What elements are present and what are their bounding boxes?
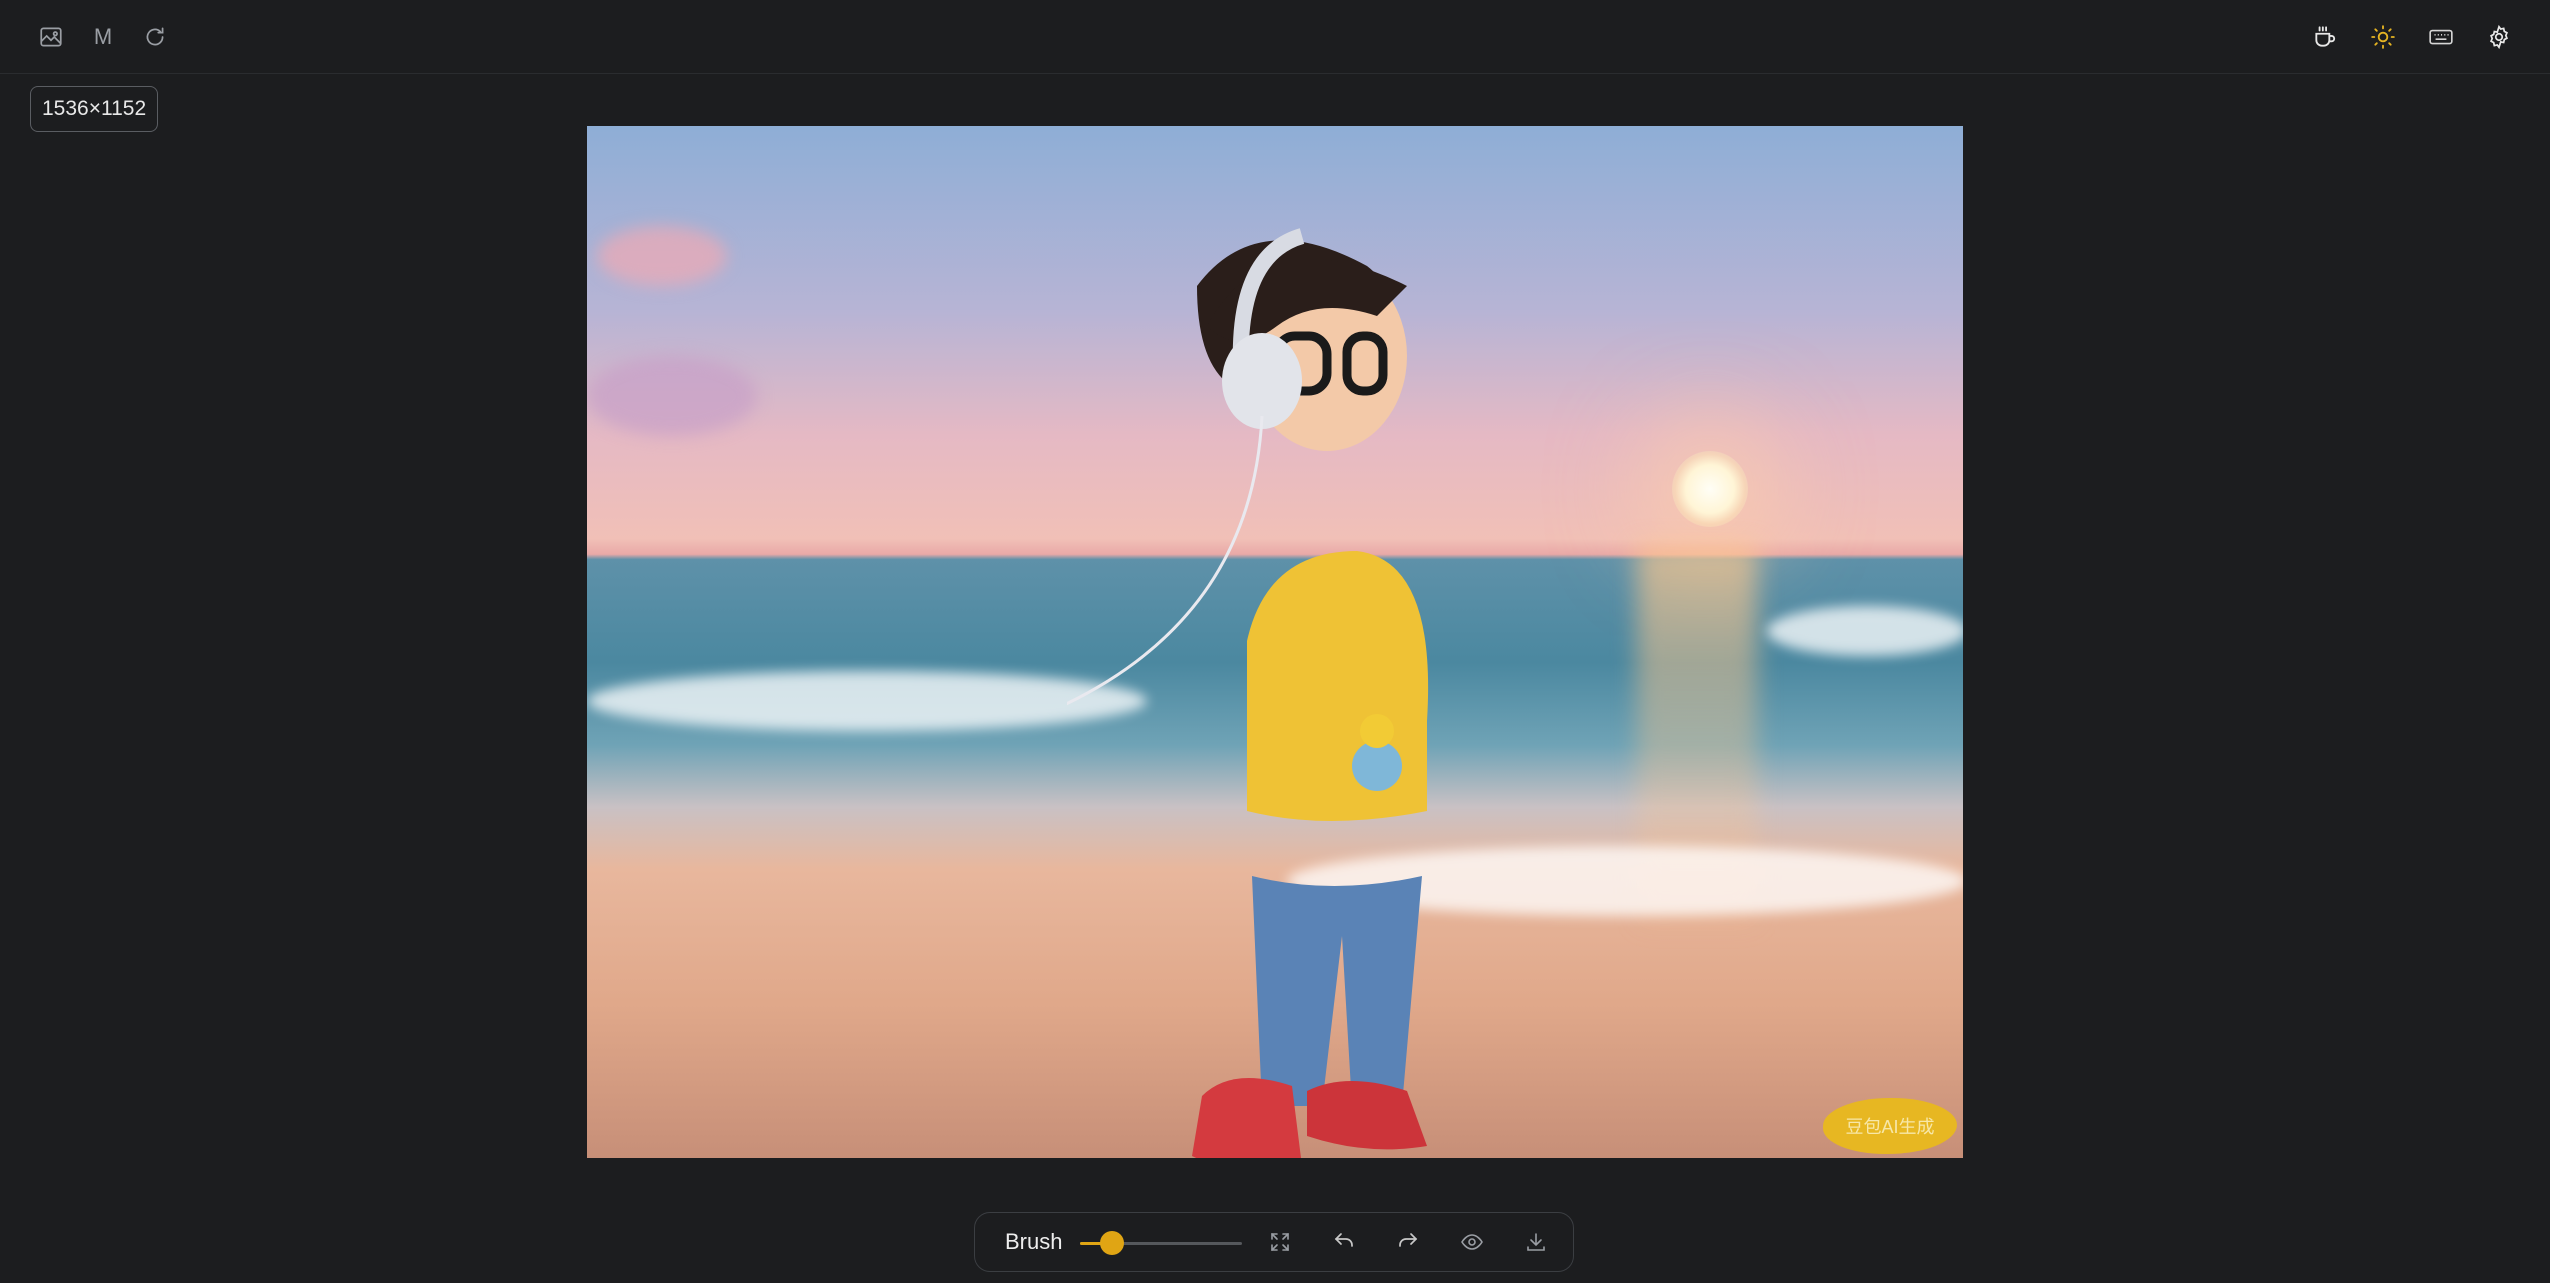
image-dimensions-badge: 1536×1152 — [30, 86, 159, 132]
m-text-icon[interactable]: M — [88, 22, 118, 52]
image-icon[interactable] — [36, 22, 66, 52]
tool-label: Brush — [1005, 1229, 1063, 1254]
keyboard-icon[interactable] — [2426, 22, 2456, 52]
m-label: M — [93, 24, 113, 49]
top-bar-right — [2310, 22, 2514, 52]
cloud-shape — [587, 356, 757, 436]
expand-icon[interactable] — [1265, 1227, 1295, 1257]
cloud-shape — [597, 226, 727, 286]
top-bar: M — [0, 0, 2550, 74]
slider-thumb[interactable] — [1100, 1231, 1125, 1255]
watermark-badge: 豆包AI生成 — [1823, 1098, 1957, 1154]
wave-shape — [587, 671, 1147, 731]
wave-shape — [1767, 606, 1963, 656]
coffee-icon[interactable] — [2310, 22, 2340, 52]
sun-icon[interactable] — [2368, 22, 2398, 52]
sun-shape — [1672, 451, 1748, 527]
top-bar-left: M — [36, 22, 170, 52]
eye-icon[interactable] — [1457, 1227, 1487, 1257]
refresh-icon[interactable] — [140, 22, 170, 52]
toolbar-icons — [1265, 1227, 1551, 1257]
image-canvas[interactable]: 豆包AI生成 — [587, 126, 1963, 1158]
brush-size-slider[interactable] — [1080, 1231, 1242, 1255]
redo-icon[interactable] — [1393, 1227, 1423, 1257]
undo-icon[interactable] — [1329, 1227, 1359, 1257]
character-figure — [1067, 228, 1429, 1158]
bottom-toolbar: Brush — [974, 1212, 1574, 1272]
gear-icon[interactable] — [2484, 22, 2514, 52]
download-icon[interactable] — [1521, 1227, 1551, 1257]
